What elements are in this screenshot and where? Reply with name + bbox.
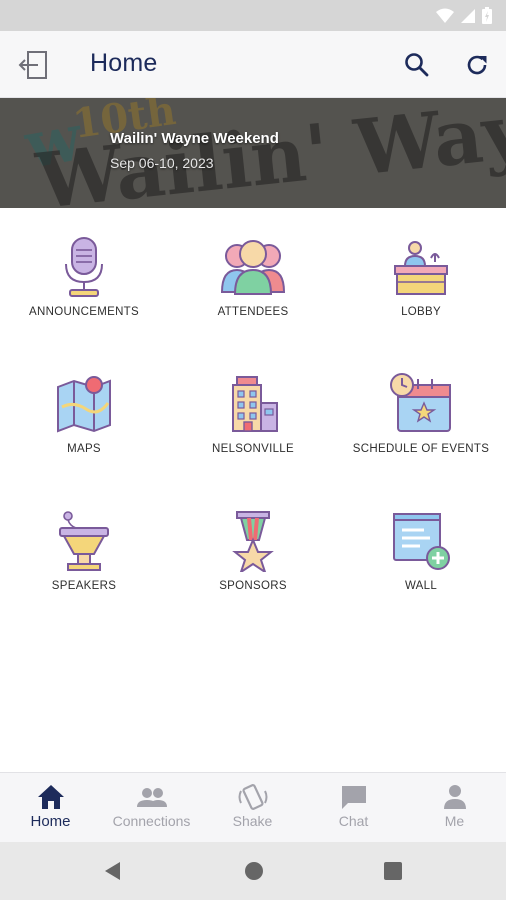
refresh-icon: [467, 55, 487, 75]
tile-wall[interactable]: WALL: [337, 510, 505, 620]
tile-label: NELSONVILLE: [212, 443, 294, 455]
tile-label: LOBBY: [401, 306, 441, 318]
nav-connections[interactable]: Connections: [101, 773, 202, 843]
tile-schedule-of-events[interactable]: SCHEDULE OF EVENTS: [337, 373, 505, 483]
buildings-icon: [232, 376, 278, 432]
tile-announcements[interactable]: ANNOUNCEMENTS: [0, 236, 168, 346]
podium-icon: [59, 511, 109, 571]
calendar-clock-icon: [390, 373, 451, 432]
nav-chat[interactable]: Chat: [303, 773, 404, 843]
home-icon: [37, 785, 64, 809]
refresh-button[interactable]: [462, 50, 492, 80]
microphone-icon: [65, 237, 103, 297]
tile-nelsonville[interactable]: NELSONVILLE: [169, 373, 337, 483]
tile-label: SCHEDULE OF EVENTS: [352, 443, 490, 455]
medal-icon: [232, 511, 274, 572]
system-back-button[interactable]: [100, 858, 126, 884]
recents-square-icon: [384, 862, 402, 880]
nav-label: Connections: [112, 813, 191, 829]
feature-grid: ANNOUNCEMENTS ATTENDEES LOBBY MAPS NELSO…: [0, 208, 506, 608]
event-banner[interactable]: w 10th Wailin' Wayne Wailin' Wayne Weeke…: [0, 98, 506, 208]
shake-phone-icon: [238, 784, 267, 810]
banner-artwork: w 10th Wailin' Wayne: [0, 98, 506, 208]
people-icon: [220, 240, 286, 295]
event-dates: Sep 06-10, 2023: [110, 155, 214, 171]
map-icon: [57, 376, 111, 433]
status-icons: [436, 7, 492, 24]
bottom-nav: Home Connections Shake Chat Me: [0, 772, 506, 842]
app-bar: Home: [0, 31, 506, 98]
search-icon: [405, 53, 429, 77]
home-circle-icon: [245, 862, 263, 880]
back-triangle-icon: [105, 862, 120, 880]
nav-me[interactable]: Me: [404, 773, 505, 843]
page-title: Home: [90, 49, 158, 77]
note-add-icon: [393, 513, 450, 570]
exit-button[interactable]: [14, 48, 54, 82]
tile-label: ATTENDEES: [217, 306, 289, 318]
nav-shake[interactable]: Shake: [202, 773, 303, 843]
group-icon: [136, 788, 167, 807]
status-bar: [0, 0, 506, 31]
nav-home[interactable]: Home: [0, 773, 101, 843]
nav-label: Home: [30, 813, 71, 830]
tile-label: SPONSORS: [219, 580, 287, 592]
person-icon: [443, 785, 466, 809]
tile-attendees[interactable]: ATTENDEES: [169, 236, 337, 346]
wifi-icon: [436, 8, 454, 23]
system-nav-bar: [0, 842, 506, 900]
system-recents-button[interactable]: [380, 858, 406, 884]
nav-label: Me: [444, 813, 465, 829]
chat-icon: [341, 786, 366, 809]
tile-lobby[interactable]: LOBBY: [337, 236, 505, 346]
tile-sponsors[interactable]: SPONSORS: [169, 510, 337, 620]
tile-maps[interactable]: MAPS: [0, 373, 168, 483]
tile-label: SPEAKERS: [51, 580, 117, 592]
event-title: Wailin' Wayne Weekend: [110, 130, 279, 147]
tile-label: ANNOUNCEMENTS: [29, 306, 139, 318]
battery-icon: [482, 7, 492, 24]
search-button[interactable]: [402, 50, 432, 80]
exit-icon: [18, 51, 47, 79]
nav-label: Shake: [232, 813, 273, 829]
tile-label: WALL: [404, 580, 438, 592]
signal-icon: [461, 8, 475, 23]
nav-label: Chat: [338, 813, 369, 829]
reception-desk-icon: [394, 241, 448, 295]
tile-speakers[interactable]: SPEAKERS: [0, 510, 168, 620]
tile-label: MAPS: [67, 443, 101, 455]
system-home-button[interactable]: [241, 858, 267, 884]
